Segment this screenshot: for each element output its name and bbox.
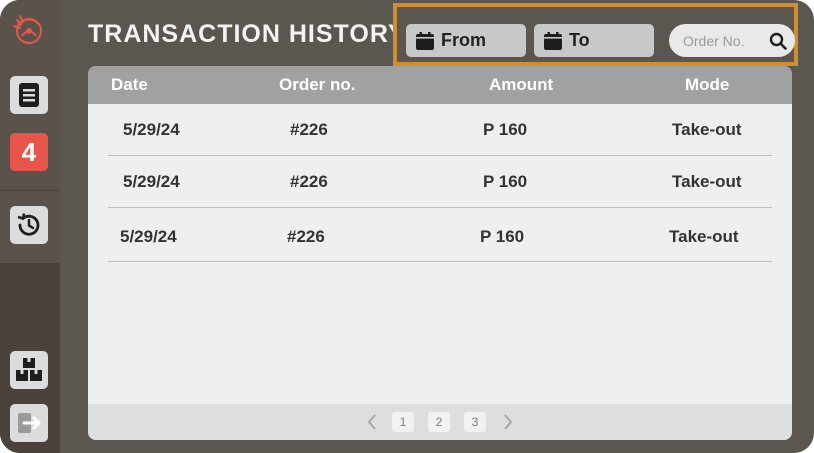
cell-date: 5/29/24 [123, 172, 180, 191]
table-row[interactable]: 5/29/24 #226 P 160 Take-out [108, 104, 772, 156]
cell-order: #226 [287, 227, 325, 246]
cell-amount: P 160 [480, 227, 525, 246]
pending-orders-badge[interactable]: 4 [10, 133, 48, 171]
cell-mode: Take-out [672, 172, 742, 191]
from-date-button[interactable]: From [406, 24, 526, 57]
to-label: To [569, 30, 590, 50]
logout-icon [18, 413, 41, 433]
inventory-button[interactable] [10, 351, 48, 389]
cell-date: 5/29/24 [123, 120, 180, 139]
table-header: Date Order no. Amount Mode [88, 66, 792, 104]
calendar-icon [544, 31, 562, 50]
cell-mode: Take-out [669, 227, 739, 246]
calendar-icon [416, 31, 434, 50]
cell-date: 5/29/24 [120, 227, 177, 246]
page-button-1[interactable]: 1 [392, 412, 414, 432]
boxes-icon [16, 358, 42, 381]
chevron-right-icon[interactable] [501, 412, 515, 432]
transaction-table: Date Order no. Amount Mode 5/29/24 #226 … [88, 66, 792, 440]
page-button-3[interactable]: 3 [464, 412, 486, 432]
header-mode: Mode [685, 75, 730, 94]
order-search [669, 24, 795, 57]
chevron-left-icon[interactable] [365, 412, 379, 432]
table-row[interactable]: 5/29/24 #226 P 160 Take-out [108, 209, 772, 262]
filter-bar: From To [393, 3, 798, 66]
table-row[interactable]: 5/29/24 #226 P 160 Take-out [108, 155, 772, 208]
history-icon [17, 213, 40, 236]
pagination: 1 2 3 [88, 404, 792, 440]
page-button-2[interactable]: 2 [428, 412, 450, 432]
history-button[interactable] [10, 206, 48, 244]
header-amount: Amount [489, 75, 554, 94]
document-icon [19, 83, 39, 107]
logout-button[interactable] [10, 404, 48, 442]
from-label: From [441, 30, 486, 50]
header-order: Order no. [279, 75, 356, 94]
logo-icon [8, 10, 48, 50]
header-date: Date [111, 75, 148, 94]
cell-mode: Take-out [672, 120, 742, 139]
page-title: TRANSACTION HISTORY [88, 20, 406, 48]
orders-button[interactable] [10, 76, 48, 114]
cell-order: #226 [290, 172, 328, 191]
to-date-button[interactable]: To [534, 24, 654, 57]
order-search-input[interactable] [683, 32, 759, 49]
cell-amount: P 160 [483, 120, 528, 139]
cell-order: #226 [290, 120, 328, 139]
app-frame: 4 TRANSACTION HISTORY From To Order No. … [0, 0, 814, 453]
cell-amount: P 160 [483, 172, 528, 191]
search-icon[interactable] [769, 32, 787, 50]
sidebar: 4 [0, 0, 60, 453]
